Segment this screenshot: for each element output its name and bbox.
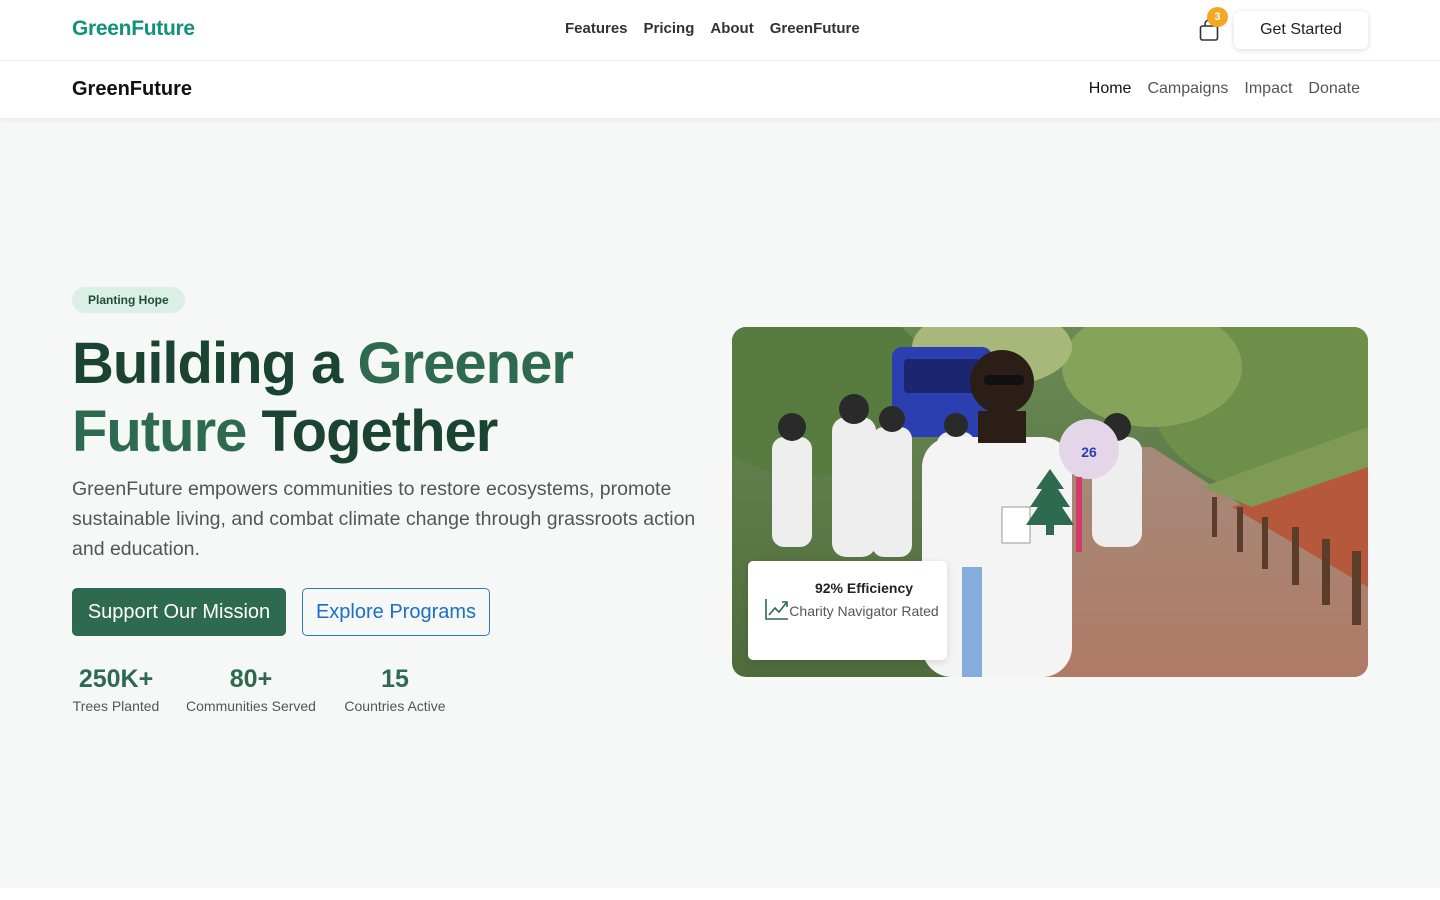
stat-value: 250K+ (78, 665, 154, 693)
stat-label: Communities Served (186, 698, 316, 714)
cart-count-badge: 3 (1207, 7, 1228, 27)
tree-icon (1026, 469, 1074, 535)
stat-label: Trees Planted (72, 698, 160, 714)
card-title: 92% Efficiency (814, 580, 914, 596)
card-subtitle: Charity Navigator Rated (789, 603, 939, 619)
efficiency-card: 92% Efficiency Charity Navigator Rated (748, 561, 947, 660)
brand-logo[interactable]: GreenFuture (72, 17, 195, 41)
nav-link-features[interactable]: Features (565, 20, 628, 37)
hero-badge: Planting Hope (72, 287, 185, 313)
hero-headline: Building a Greener Future Together (72, 330, 712, 466)
nav-link-about[interactable]: About (710, 20, 753, 37)
svg-text:26: 26 (1081, 444, 1097, 460)
trend-chart-icon (765, 599, 788, 620)
nav-link-impact[interactable]: Impact (1244, 80, 1292, 98)
explore-programs-button[interactable]: Explore Programs (302, 588, 490, 636)
hero-description: GreenFuture empowers communities to rest… (72, 478, 696, 560)
hero-section: Planting Hope Building a Greener Future … (0, 118, 1440, 888)
stat-value: 15 (381, 665, 409, 693)
nav-link-greenfuture[interactable]: GreenFuture (770, 20, 860, 37)
stat-communities: 80+ Communities Served (184, 664, 318, 714)
headline-part1: Building a (72, 331, 358, 396)
nav-link-home[interactable]: Home (1089, 80, 1132, 98)
top-nav-links: Features Pricing About GreenFuture (565, 20, 860, 37)
stat-countries: 15 Countries Active (342, 664, 448, 714)
secondary-nav-links: Home Campaigns Impact Donate (1089, 80, 1360, 98)
get-started-button[interactable]: Get Started (1234, 11, 1368, 49)
support-mission-button[interactable]: Support Our Mission (72, 588, 286, 636)
stat-value: 80+ (229, 665, 273, 693)
stat-trees: 250K+ Trees Planted (72, 664, 160, 714)
nav-link-donate[interactable]: Donate (1308, 80, 1360, 98)
secondary-brand[interactable]: GreenFuture (72, 78, 192, 101)
nav-link-campaigns[interactable]: Campaigns (1147, 80, 1228, 98)
headline-part2: Together (246, 399, 499, 464)
stat-label: Countries Active (344, 698, 446, 714)
top-navbar: GreenFuture Features Pricing About Green… (0, 0, 1440, 61)
secondary-navbar: GreenFuture Home Campaigns Impact Donate (0, 61, 1440, 118)
nav-link-pricing[interactable]: Pricing (644, 20, 695, 37)
